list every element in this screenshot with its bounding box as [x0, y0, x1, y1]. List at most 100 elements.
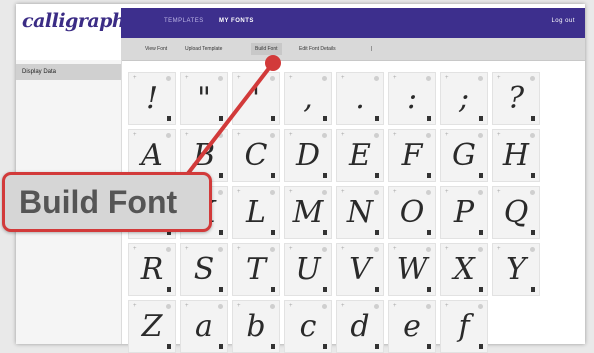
glyph-cell[interactable]: + G: [440, 129, 488, 182]
cell-status-icon: [478, 133, 483, 138]
cell-add-icon[interactable]: +: [289, 246, 293, 252]
cell-add-icon[interactable]: +: [185, 246, 189, 252]
glyph-cell[interactable]: + C: [232, 129, 280, 182]
cell-add-icon[interactable]: +: [393, 132, 397, 138]
glyph-cell[interactable]: + f: [440, 300, 488, 353]
tab-view-font[interactable]: View Font: [141, 43, 171, 55]
nav-templates[interactable]: TEMPLATES: [164, 18, 204, 24]
cell-add-icon[interactable]: +: [133, 75, 137, 81]
glyph-cell[interactable]: +,: [284, 72, 332, 125]
glyph-cell[interactable]: + D: [284, 129, 332, 182]
cell-marker-icon: [219, 116, 223, 121]
glyph-cell[interactable]: + F: [388, 129, 436, 182]
cell-add-icon[interactable]: +: [341, 132, 345, 138]
glyph-cell[interactable]: + O: [388, 186, 436, 239]
glyph-cell[interactable]: + L: [232, 186, 280, 239]
cell-status-icon: [270, 304, 275, 309]
cell-marker-icon: [167, 287, 171, 292]
glyph-cell[interactable]: +?: [492, 72, 540, 125]
glyph-cell[interactable]: + c: [284, 300, 332, 353]
cell-add-icon[interactable]: +: [289, 75, 293, 81]
glyph-character: f: [458, 309, 470, 344]
cell-marker-icon: [271, 116, 275, 121]
glyph-cell[interactable]: + M: [284, 186, 332, 239]
nav-my-fonts[interactable]: MY FONTS: [219, 18, 254, 24]
glyph-cell[interactable]: +;: [440, 72, 488, 125]
cell-status-icon: [374, 304, 379, 309]
glyph-cell[interactable]: +.: [336, 72, 384, 125]
cell-status-icon: [374, 190, 379, 195]
glyph-character: !: [145, 81, 159, 116]
cell-add-icon[interactable]: +: [445, 303, 449, 309]
cell-add-icon[interactable]: +: [497, 189, 501, 195]
cell-marker-icon: [219, 287, 223, 292]
glyph-character: O: [399, 195, 425, 230]
cell-add-icon[interactable]: +: [341, 189, 345, 195]
cell-add-icon[interactable]: +: [185, 303, 189, 309]
glyph-cell[interactable]: + R: [128, 243, 176, 296]
glyph-cell[interactable]: + ": [180, 72, 228, 125]
cell-add-icon[interactable]: +: [497, 132, 501, 138]
glyph-cell[interactable]: + d: [336, 300, 384, 353]
cell-add-icon[interactable]: +: [185, 75, 189, 81]
cell-status-icon: [218, 190, 223, 195]
cell-add-icon[interactable]: +: [289, 132, 293, 138]
cell-add-icon[interactable]: +: [341, 246, 345, 252]
glyph-cell[interactable]: + T: [232, 243, 280, 296]
logo[interactable]: calligraphr: [22, 10, 135, 32]
cell-add-icon[interactable]: +: [445, 246, 449, 252]
cell-add-icon[interactable]: +: [393, 303, 397, 309]
cell-add-icon[interactable]: +: [237, 303, 241, 309]
cell-add-icon[interactable]: +: [497, 246, 501, 252]
cell-add-icon[interactable]: +: [133, 303, 137, 309]
tab-build-font[interactable]: Build Font: [251, 43, 282, 55]
cell-add-icon[interactable]: +: [289, 189, 293, 195]
glyph-cell[interactable]: + X: [440, 243, 488, 296]
glyph-cell[interactable]: + P: [440, 186, 488, 239]
cell-add-icon[interactable]: +: [185, 132, 189, 138]
cell-add-icon[interactable]: +: [341, 75, 345, 81]
glyph-cell[interactable]: + U: [284, 243, 332, 296]
glyph-cell[interactable]: + Y: [492, 243, 540, 296]
glyph-cell[interactable]: + Q: [492, 186, 540, 239]
cell-add-icon[interactable]: +: [289, 303, 293, 309]
cell-add-icon[interactable]: +: [133, 132, 137, 138]
glyph-cell[interactable]: + a: [180, 300, 228, 353]
cell-add-icon[interactable]: +: [497, 75, 501, 81]
glyph-cell[interactable]: + S: [180, 243, 228, 296]
cell-add-icon[interactable]: +: [237, 189, 241, 195]
cell-add-icon[interactable]: +: [445, 189, 449, 195]
cell-add-icon[interactable]: +: [445, 132, 449, 138]
cell-status-icon: [374, 133, 379, 138]
glyph-cell[interactable]: + Z: [128, 300, 176, 353]
logout-link[interactable]: Log out: [551, 18, 575, 24]
cell-status-icon: [426, 133, 431, 138]
cell-add-icon[interactable]: +: [237, 132, 241, 138]
glyph-cell[interactable]: + e: [388, 300, 436, 353]
glyph-cell[interactable]: + V: [336, 243, 384, 296]
cell-status-icon: [270, 133, 275, 138]
cell-add-icon[interactable]: +: [445, 75, 449, 81]
tab-edit-font-details[interactable]: Edit Font Details: [295, 43, 340, 55]
glyph-cell[interactable]: +:: [388, 72, 436, 125]
glyph-character: P: [453, 195, 475, 230]
cell-add-icon[interactable]: +: [237, 246, 241, 252]
glyph-cell[interactable]: + ': [232, 72, 280, 125]
glyph-cell[interactable]: + H: [492, 129, 540, 182]
tab-upload-template[interactable]: Upload Template: [181, 43, 226, 55]
cell-add-icon[interactable]: +: [393, 246, 397, 252]
cell-status-icon: [322, 133, 327, 138]
cell-marker-icon: [219, 230, 223, 235]
sidebar-title[interactable]: Display Data: [16, 64, 121, 80]
cell-add-icon[interactable]: +: [393, 75, 397, 81]
cell-status-icon: [322, 190, 327, 195]
glyph-cell[interactable]: + W: [388, 243, 436, 296]
cell-add-icon[interactable]: +: [237, 75, 241, 81]
glyph-cell[interactable]: +!: [128, 72, 176, 125]
glyph-cell[interactable]: + E: [336, 129, 384, 182]
glyph-cell[interactable]: + N: [336, 186, 384, 239]
cell-add-icon[interactable]: +: [133, 246, 137, 252]
cell-add-icon[interactable]: +: [393, 189, 397, 195]
glyph-cell[interactable]: + b: [232, 300, 280, 353]
cell-add-icon[interactable]: +: [341, 303, 345, 309]
